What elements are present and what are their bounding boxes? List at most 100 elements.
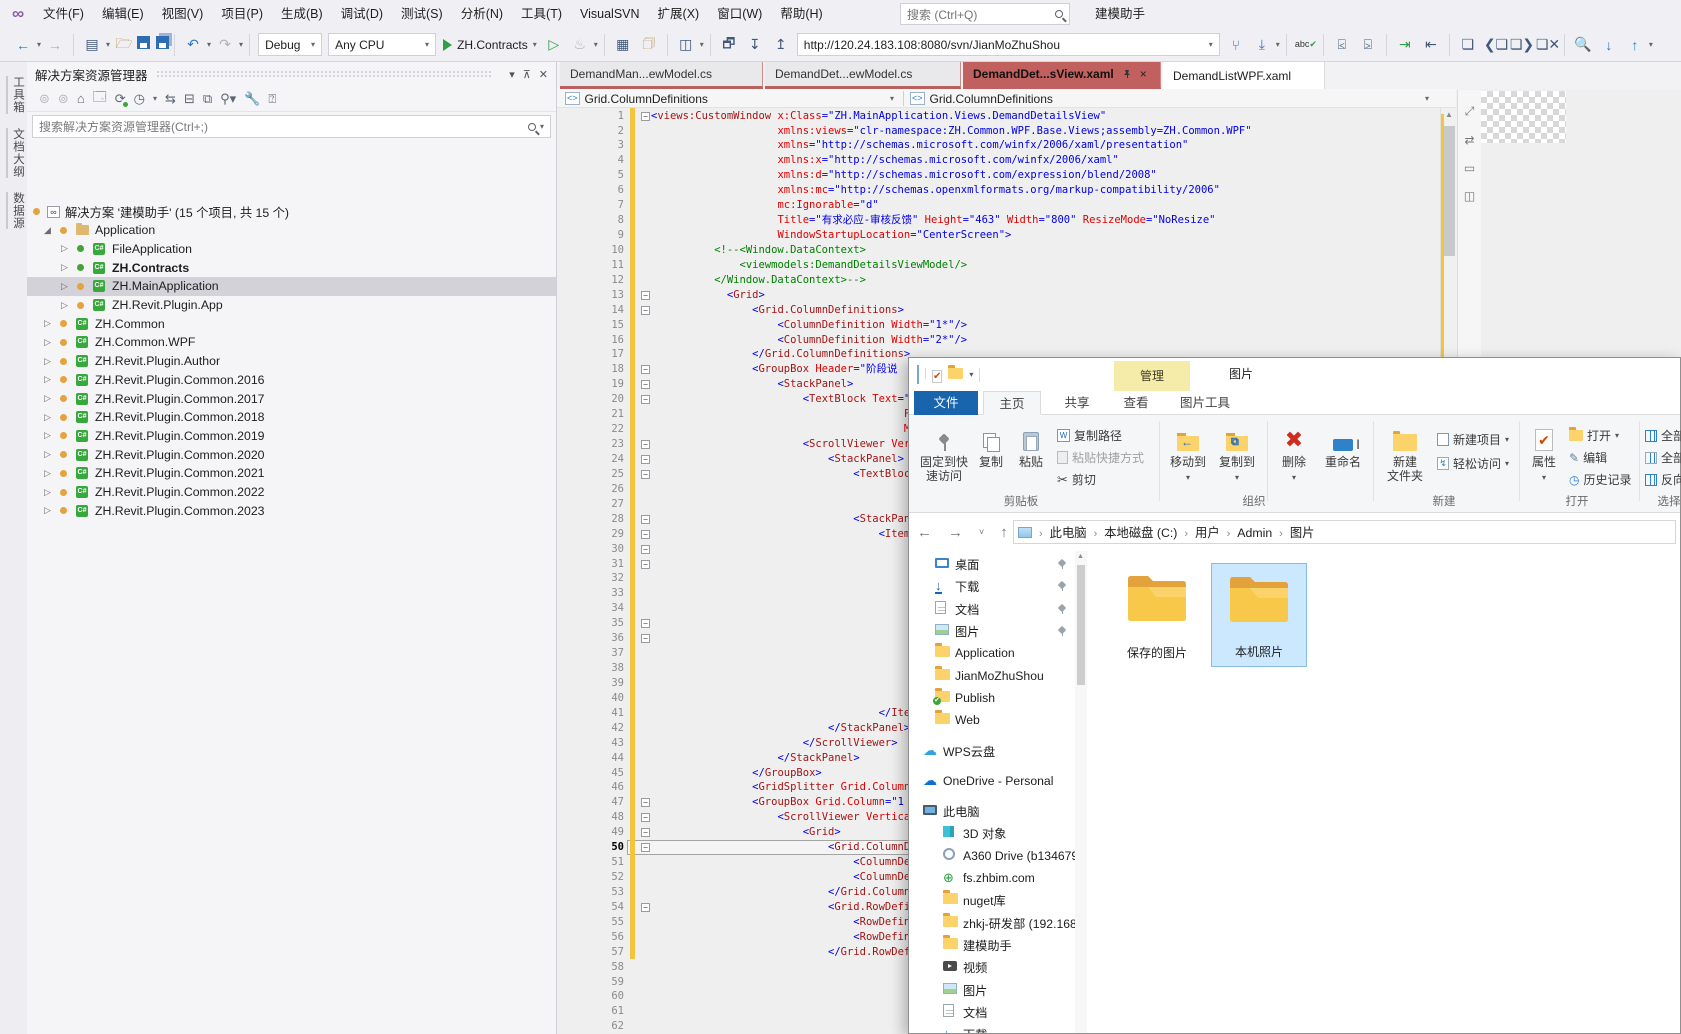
nav-item[interactable]: Application (909, 642, 1075, 664)
expander-icon[interactable]: ▷ (61, 262, 68, 273)
expander-icon[interactable]: ▷ (44, 468, 51, 479)
address-segment[interactable]: Admin (1237, 526, 1272, 540)
scroll-up-arrow-icon[interactable]: ▲ (1445, 110, 1453, 119)
tree-item[interactable]: ▷C#ZH.Revit.Plugin.Common.2018 (27, 408, 556, 427)
fold-collapse-icon[interactable]: − (641, 619, 650, 628)
move-up-button[interactable]: ↑ (1625, 37, 1645, 53)
fold-collapse-icon[interactable]: − (641, 291, 650, 300)
explorer-title-bar[interactable]: ✔ ▾ (909, 358, 1680, 391)
tree-item[interactable]: ▷C#ZH.Revit.Plugin.Common.2019 (27, 426, 556, 445)
expander-icon[interactable]: ▷ (44, 337, 51, 348)
invert-selection-button[interactable]: 反向选择 (1645, 471, 1681, 488)
back-button[interactable]: ← (917, 524, 932, 541)
expander-icon[interactable]: ◢ (44, 225, 51, 236)
se-collapse-all-button[interactable]: ⊟ (184, 91, 195, 107)
expander-icon[interactable]: ▷ (44, 430, 51, 441)
fold-collapse-icon[interactable]: − (641, 634, 650, 643)
menu-item[interactable]: 文件(F) (34, 7, 93, 21)
nav-item[interactable]: Web (909, 709, 1075, 731)
vertical-split-icon[interactable]: ◫ (1458, 189, 1481, 203)
menu-item[interactable]: 项目(P) (212, 7, 272, 21)
undo-button[interactable]: ↶ (183, 36, 203, 53)
nav-item[interactable]: JianMoZhuShou (909, 665, 1075, 687)
tree-item[interactable]: ◢Application (27, 221, 556, 240)
navigate-back-button[interactable]: ← (13, 37, 33, 53)
fold-collapse-icon[interactable]: − (641, 440, 650, 449)
nav-item[interactable]: ↓下载 (909, 575, 1075, 597)
side-tab[interactable]: 文档大纲 (6, 128, 26, 178)
se-preview-button[interactable]: ⍰ (268, 91, 276, 107)
window-position-dropdown[interactable]: ▾ (509, 68, 515, 81)
qat-properties-icon[interactable]: ✔ (932, 366, 942, 384)
file-tile[interactable]: 本机照片 (1211, 563, 1307, 667)
properties-button[interactable]: ✔ 属性▾ (1525, 421, 1563, 485)
fold-collapse-icon[interactable]: − (641, 843, 650, 852)
nav-item[interactable]: 图片 (909, 978, 1075, 1000)
save-all-button[interactable] (156, 36, 169, 54)
navigate-back-dropdown[interactable]: ▾ (37, 40, 41, 49)
qat-new-folder-icon[interactable] (948, 366, 963, 384)
redo-dropdown[interactable]: ▾ (239, 40, 243, 49)
menu-item[interactable]: 编辑(E) (93, 7, 153, 21)
file-explorer-window[interactable]: ✔ ▾ 管理 图片 文件 主页 共享 查看 图片工具 固定到快速访问 复制 粘贴… (908, 357, 1681, 1034)
new-project-button[interactable]: ▤ (82, 36, 102, 53)
address-segment[interactable]: 用户 (1195, 526, 1220, 540)
tree-item[interactable]: ▷C#ZH.Revit.Plugin.Common.2021 (27, 464, 556, 483)
nav-item[interactable]: ↓下载 (909, 1023, 1075, 1033)
copy-to-button[interactable]: 复制到▾ (1213, 421, 1261, 485)
scrollbar-thumb[interactable] (1444, 126, 1455, 256)
fold-collapse-icon[interactable]: − (641, 903, 650, 912)
expander-icon[interactable]: ▷ (44, 487, 51, 498)
address-segment[interactable]: 此电脑 (1050, 526, 1087, 540)
se-sync-button[interactable]: ⇆ (165, 91, 176, 107)
menu-item[interactable]: 调试(D) (332, 7, 392, 21)
undo-dropdown[interactable]: ▾ (207, 40, 211, 49)
recent-locations-dropdown[interactable]: ˅ (979, 527, 984, 537)
select-none-button[interactable]: 全部取消选择 (1645, 449, 1681, 466)
expander-icon[interactable]: ▷ (44, 449, 51, 460)
se-pending-changes-button[interactable]: ◷ (134, 91, 145, 107)
file-tile[interactable]: 保存的图片 (1109, 563, 1205, 667)
menu-item[interactable]: 视图(V) (153, 7, 213, 21)
nav-item[interactable]: Publish (909, 687, 1075, 709)
tree-item[interactable]: ▷C#ZH.Revit.Plugin.Common.2017 (27, 389, 556, 408)
address-box[interactable]: ›此电脑›本地磁盘 (C:)›用户›Admin›图片 (1013, 520, 1676, 544)
se-refresh-button[interactable]: ⟳ (115, 91, 126, 107)
fold-collapse-icon[interactable]: − (641, 395, 650, 404)
easy-access-button[interactable]: ↯ 轻松访问▾ (1437, 455, 1509, 472)
expander-icon[interactable]: ▷ (44, 356, 51, 367)
address-segment[interactable]: 本地磁盘 (C:) (1104, 526, 1177, 540)
expander-icon[interactable]: ▷ (61, 243, 68, 254)
tab-picture-tools[interactable]: 图片工具 (1167, 391, 1243, 415)
horizontal-split-icon[interactable]: ▭ (1458, 161, 1481, 175)
rename-button[interactable]: 重命名 (1317, 421, 1369, 469)
menu-item[interactable]: 分析(N) (452, 7, 512, 21)
close-panel-button[interactable]: ✕ (539, 68, 548, 81)
navigate-forward-button[interactable]: → (45, 37, 65, 53)
nav-item[interactable]: zhkj-研发部 (192.168.16.253) (909, 912, 1075, 934)
save-button[interactable] (137, 36, 150, 54)
open-button[interactable]: 打开▾ (1569, 427, 1619, 444)
solution-explorer-search-input[interactable]: 搜索解决方案资源管理器(Ctrl+;) ▾ (32, 115, 551, 138)
open-file-button[interactable]: 🗁 (114, 33, 134, 57)
select-all-button[interactable]: 全部选择 (1645, 427, 1681, 444)
pin-panel-button[interactable]: ⊼ (523, 68, 531, 81)
tree-item[interactable]: ▷C#ZH.Revit.Plugin.Common.2022 (27, 483, 556, 502)
find-symbol-button[interactable]: 🔍 (1573, 36, 1593, 53)
paste-button[interactable]: 粘贴 (1011, 421, 1051, 469)
nav-item[interactable]: 3D 对象 (909, 822, 1075, 844)
next-bookmark-button[interactable]: ❏❯ (1510, 36, 1530, 53)
platform-combobox[interactable]: Any CPU▾ (328, 33, 436, 56)
tree-item[interactable]: ▷C#ZH.Revit.Plugin.Author (27, 352, 556, 371)
nav-item[interactable]: 图片 (909, 620, 1075, 642)
start-debugging-button[interactable]: ZH.Contracts ▾ (443, 38, 537, 52)
fold-collapse-icon[interactable]: − (641, 530, 650, 539)
fold-collapse-icon[interactable]: − (641, 380, 650, 389)
nav-scrollbar-thumb[interactable] (1077, 565, 1085, 685)
manage-contextual-tab[interactable]: 管理 (1114, 361, 1190, 391)
cut-button[interactable]: ✂ 剪切 (1057, 471, 1096, 488)
fold-collapse-icon[interactable]: − (641, 813, 650, 822)
expander-icon[interactable]: ▷ (61, 281, 68, 292)
se-back-button[interactable]: ⊚ (39, 91, 50, 107)
tree-item[interactable]: ▷C#ZH.Revit.Plugin.Common.2020 (27, 445, 556, 464)
